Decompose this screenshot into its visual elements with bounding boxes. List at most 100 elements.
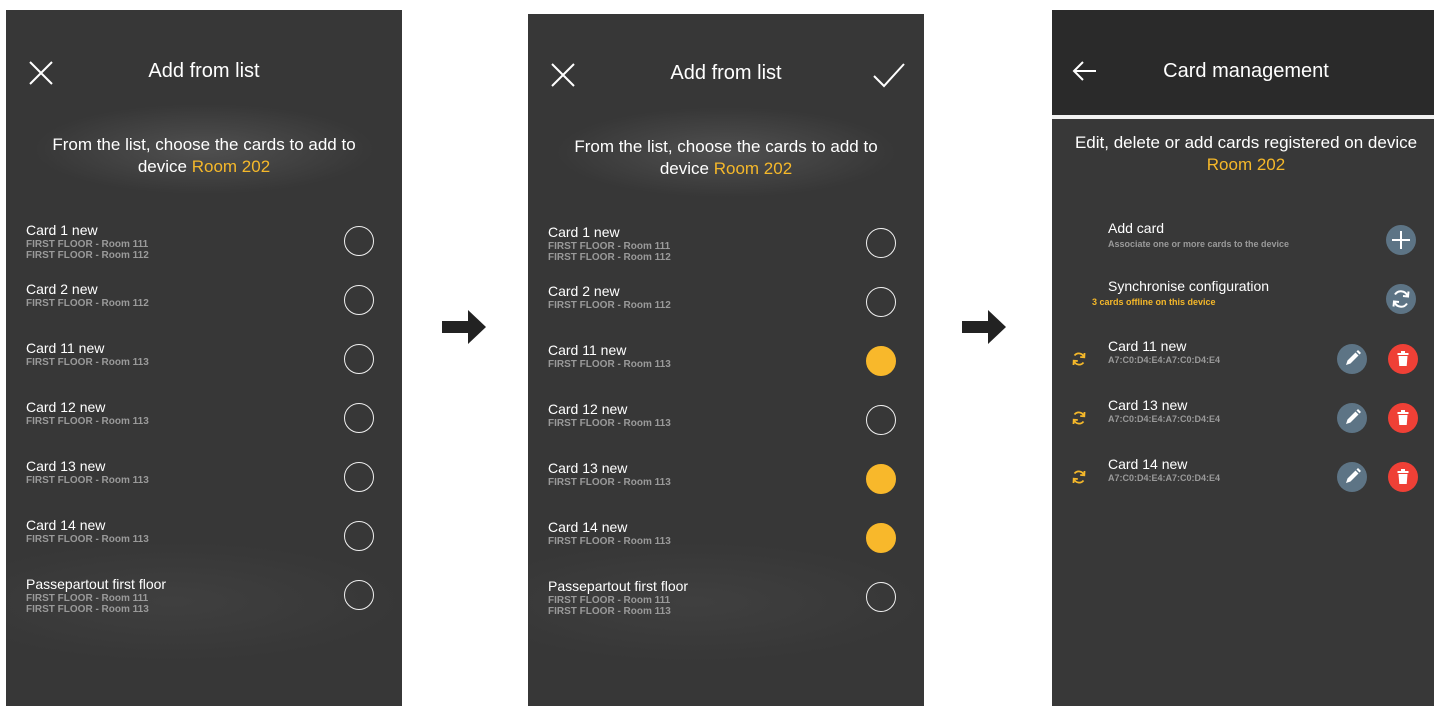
radio-unselected[interactable]	[344, 403, 374, 433]
card-name: Card 14 new	[1108, 456, 1188, 472]
card-location: FIRST FLOOR - Room 113	[26, 475, 149, 486]
card-location: FIRST FLOOR - Room 112	[26, 298, 149, 309]
card-location: FIRST FLOOR - Room 113	[26, 534, 149, 545]
card-location: FIRST FLOOR - Room 113	[26, 603, 149, 615]
device-name: Room 202	[713, 159, 793, 178]
card-location: FIRST FLOOR - Room 113	[548, 536, 671, 547]
card-location: FIRST FLOOR - Room 112	[548, 251, 671, 263]
card-name: Card 1 new	[26, 222, 98, 238]
radio-unselected[interactable]	[344, 462, 374, 492]
list-item[interactable]: Card 14 new FIRST FLOOR - Room 113	[6, 517, 402, 573]
radio-unselected[interactable]	[866, 405, 896, 435]
card-row[interactable]: Card 14 new A7:C0:D4:E4:A7:C0:D4:E4	[1052, 456, 1434, 500]
sync-pending-icon	[1070, 409, 1088, 427]
card-code: A7:C0:D4:E4:A7:C0:D4:E4	[1108, 473, 1221, 483]
sync-row[interactable]: Synchronise configuration 3 cards offlin…	[1052, 278, 1434, 322]
radio-unselected[interactable]	[344, 580, 374, 610]
device-name: Room 202	[1206, 155, 1286, 174]
page-title: Add from list	[670, 62, 782, 84]
intro-text: From the list, choose the cards to add t…	[26, 134, 382, 178]
radio-unselected[interactable]	[344, 521, 374, 551]
list-item[interactable]: Card 13 new FIRST FLOOR - Room 113	[6, 458, 402, 514]
card-name: Card 11 new	[1108, 338, 1187, 354]
page-title: Card management	[1163, 60, 1329, 82]
card-location: FIRST FLOOR - Room 111	[26, 239, 149, 250]
card-code: A7:C0:D4:E4:A7:C0:D4:E4	[1108, 355, 1221, 365]
list-item[interactable]: Card 2 new FIRST FLOOR - Room 112	[528, 283, 924, 339]
right-arrow-icon	[962, 310, 1006, 344]
list-item[interactable]: Card 1 new FIRST FLOOR - Room 111 FIRST FL…	[6, 222, 402, 278]
card-name: Card 13 new	[1108, 397, 1188, 413]
radio-unselected[interactable]	[866, 287, 896, 317]
add-card-row[interactable]: Add card Associate one or more cards to …	[1052, 220, 1434, 264]
card-name: Passepartout first floor	[26, 576, 167, 592]
plus-icon[interactable]	[1386, 225, 1416, 255]
card-row[interactable]: Card 11 new A7:C0:D4:E4:A7:C0:D4:E4	[1052, 338, 1434, 382]
radio-selected[interactable]	[866, 346, 896, 376]
radio-unselected[interactable]	[344, 285, 374, 315]
card-location: FIRST FLOOR - Room 111	[548, 241, 671, 252]
device-name: Room 202	[191, 157, 271, 176]
sync-subtitle: 3 cards offline on this device	[1092, 297, 1216, 307]
list-item[interactable]: Card 12 new FIRST FLOOR - Room 113	[6, 399, 402, 455]
screen-card-management: Card management Edit, delete or add card…	[1052, 10, 1434, 706]
card-name: Card 14 new	[26, 517, 106, 533]
card-location: FIRST FLOOR - Room 113	[26, 357, 149, 368]
sync-pending-icon	[1070, 350, 1088, 368]
add-card-subtitle: Associate one or more cards to the devic…	[1108, 239, 1290, 249]
checkmark-icon[interactable]	[872, 60, 906, 90]
card-location: FIRST FLOOR - Room 111	[26, 593, 149, 604]
sync-title: Synchronise configuration	[1108, 278, 1270, 294]
card-row[interactable]: Card 13 new A7:C0:D4:E4:A7:C0:D4:E4	[1052, 397, 1434, 441]
card-location: FIRST FLOOR - Room 113	[26, 416, 149, 427]
card-name: Card 12 new	[26, 399, 106, 415]
list-item[interactable]: Card 11 new FIRST FLOOR - Room 113	[528, 342, 924, 398]
list-item[interactable]: Passepartout first floor FIRST FLOOR - Ro…	[6, 576, 402, 632]
radio-unselected[interactable]	[866, 582, 896, 612]
trash-icon[interactable]	[1388, 344, 1418, 374]
page-title: Add from list	[148, 60, 260, 82]
list-item[interactable]: Card 2 new FIRST FLOOR - Room 112	[6, 281, 402, 337]
pencil-icon[interactable]	[1337, 462, 1367, 492]
radio-selected[interactable]	[866, 464, 896, 494]
radio-unselected[interactable]	[344, 344, 374, 374]
list-item[interactable]: Card 1 new FIRST FLOOR - Room 111 FIRST FL…	[528, 224, 924, 280]
list-item[interactable]: Card 14 new FIRST FLOOR - Room 113	[528, 519, 924, 575]
pencil-icon[interactable]	[1337, 403, 1367, 433]
header-divider	[1052, 115, 1434, 119]
trash-icon[interactable]	[1388, 462, 1418, 492]
card-name: Card 12 new	[548, 401, 628, 417]
intro-text: From the list, choose the cards to add t…	[548, 136, 904, 180]
list-item[interactable]: Card 11 new FIRST FLOOR - Room 113	[6, 340, 402, 396]
card-name: Card 2 new	[26, 281, 98, 297]
card-location: FIRST FLOOR - Room 112	[548, 300, 671, 311]
card-name: Card 11 new	[548, 342, 627, 358]
card-name: Card 13 new	[26, 458, 106, 474]
card-location: FIRST FLOOR - Room 113	[548, 477, 671, 488]
card-name: Card 2 new	[548, 283, 620, 299]
intro-label: Edit, delete or add cards registered on …	[1074, 133, 1418, 152]
card-location: FIRST FLOOR - Room 113	[548, 418, 671, 429]
card-location: FIRST FLOOR - Room 113	[548, 359, 671, 370]
list-item[interactable]: Card 13 new FIRST FLOOR - Room 113	[528, 460, 924, 516]
card-name: Card 14 new	[548, 519, 628, 535]
screen-add-from-list: Add from list From the list, choose the …	[6, 10, 402, 706]
card-location: FIRST FLOOR - Room 113	[548, 605, 671, 617]
right-arrow-icon	[442, 310, 486, 344]
pencil-icon[interactable]	[1337, 344, 1367, 374]
card-name: Passepartout first floor	[548, 578, 689, 594]
add-card-title: Add card	[1108, 220, 1165, 236]
list-item[interactable]: Card 12 new FIRST FLOOR - Room 113	[528, 401, 924, 457]
radio-selected[interactable]	[866, 523, 896, 553]
trash-icon[interactable]	[1388, 403, 1418, 433]
radio-unselected[interactable]	[344, 226, 374, 256]
intro-text: Edit, delete or add cards registered on …	[1072, 132, 1420, 176]
sync-pending-icon	[1070, 468, 1088, 486]
list-item[interactable]: Passepartout first floor FIRST FLOOR - Ro…	[528, 578, 924, 634]
card-name: Card 11 new	[26, 340, 105, 356]
radio-unselected[interactable]	[866, 228, 896, 258]
screen-add-from-list-selected: Add from list From the list, choose the …	[528, 14, 924, 706]
card-name: Card 13 new	[548, 460, 628, 476]
sync-icon[interactable]	[1386, 284, 1416, 314]
card-location: FIRST FLOOR - Room 111	[548, 595, 671, 606]
